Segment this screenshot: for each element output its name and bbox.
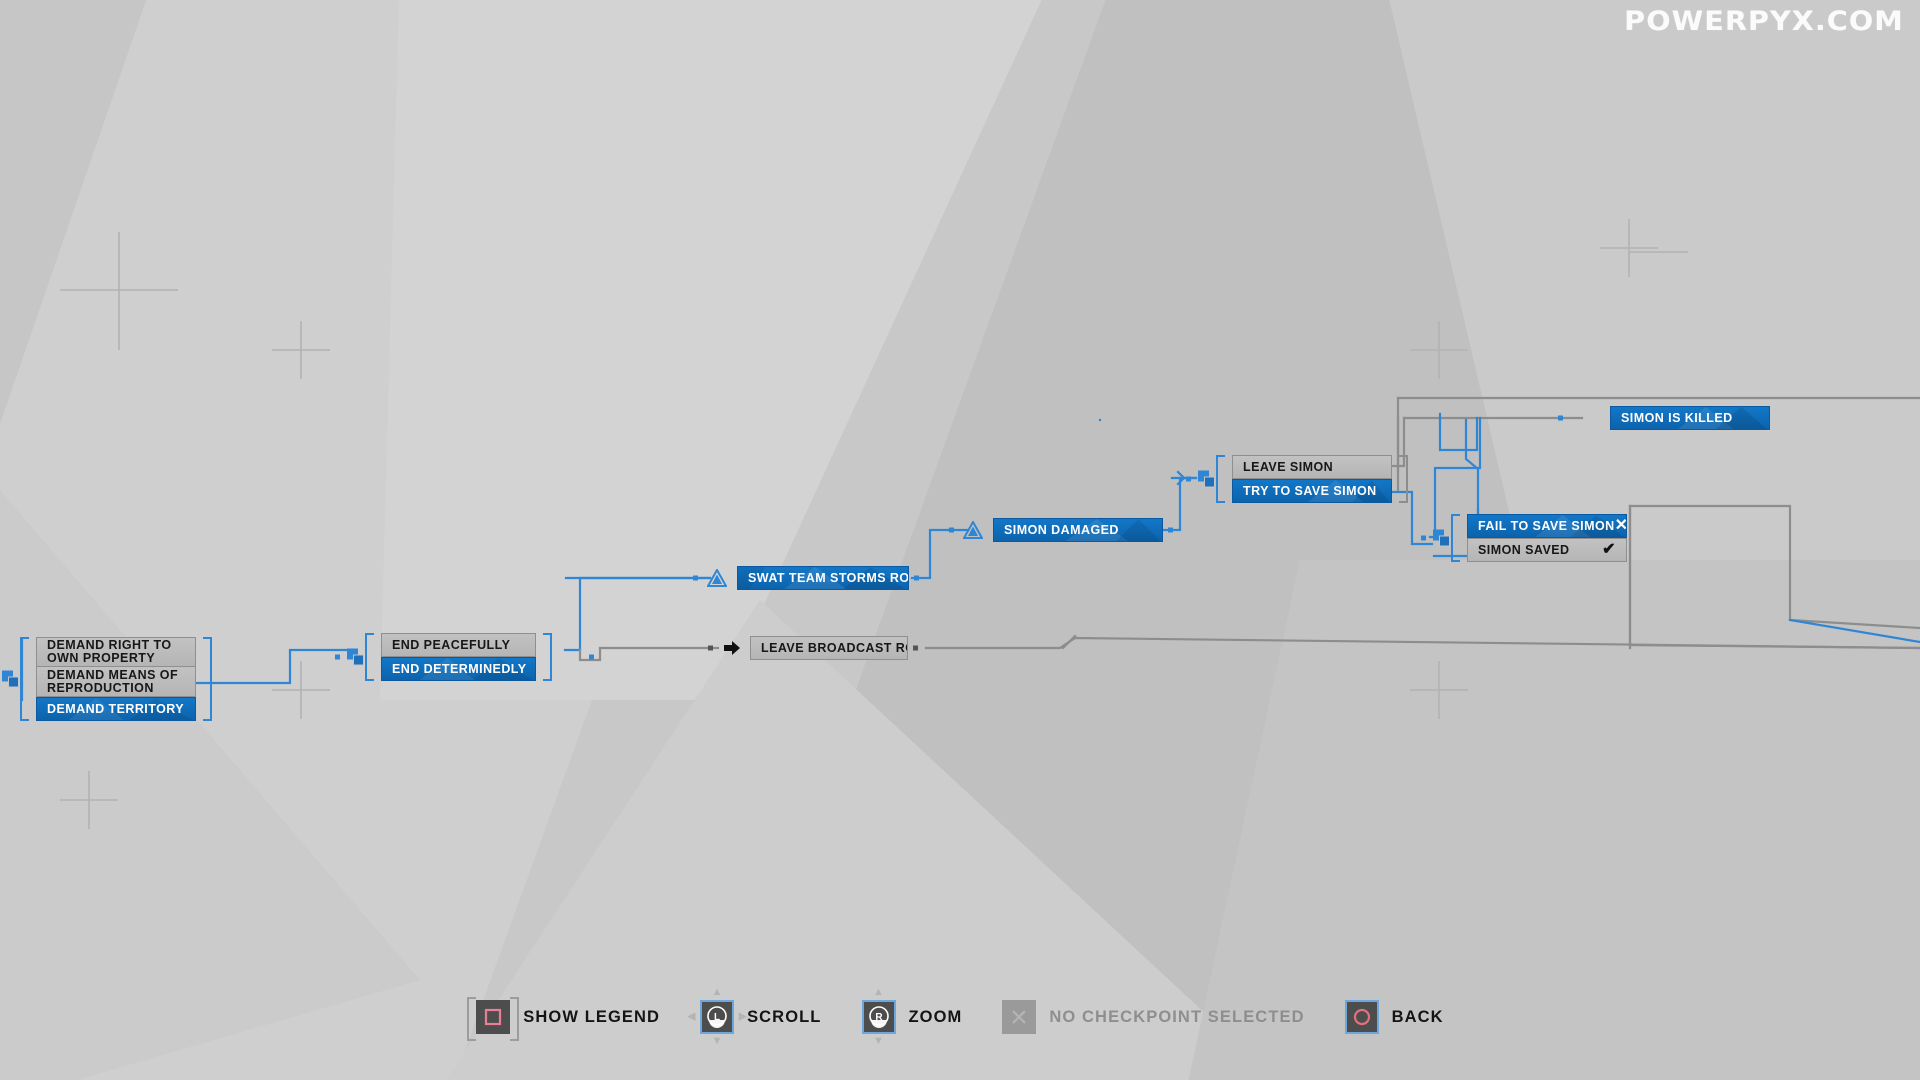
control-label: BACK bbox=[1391, 1007, 1444, 1026]
bracket-left bbox=[365, 633, 374, 681]
simon-choice-group[interactable]: LEAVE SIMON TRY TO SAVE SIMON bbox=[1186, 455, 1408, 503]
node-row-fail-save-simon[interactable]: FAIL TO SAVE SIMON ✕ bbox=[1467, 514, 1627, 538]
node-label: DEMAND MEANS OF REPRODUCTION bbox=[47, 667, 179, 695]
simon-damaged-node[interactable]: SIMON DAMAGED bbox=[949, 518, 1173, 542]
checkpoint-badge-icon bbox=[347, 648, 364, 666]
check-icon: ✔ bbox=[1602, 541, 1616, 558]
control-label: SCROLL bbox=[747, 1007, 822, 1026]
node-row-leave-simon[interactable]: LEAVE SIMON bbox=[1232, 455, 1392, 479]
output-dot bbox=[589, 654, 594, 660]
control-checkpoint: NO CHECKPOINT SELECTED bbox=[1002, 1000, 1304, 1034]
bracket-right bbox=[1399, 455, 1408, 503]
trophy-locked-icon bbox=[535, 633, 536, 657]
flow-connectors bbox=[20, 396, 1920, 702]
node-label: SIMON SAVED bbox=[1478, 543, 1570, 557]
arrow-down-icon: ▼ bbox=[873, 1035, 884, 1047]
node-row-leave-broadcast[interactable]: LEAVE BROADCAST ROOM bbox=[750, 636, 908, 660]
input-dot bbox=[1558, 415, 1563, 421]
input-dot bbox=[949, 527, 954, 533]
arrow-left-icon: ◀ bbox=[687, 1010, 696, 1023]
node-label: LEAVE BROADCAST ROOM bbox=[761, 641, 907, 655]
ending-group[interactable]: END PEACEFULLY END DETERMINEDLY bbox=[335, 633, 594, 681]
node-label: FAIL TO SAVE SIMON bbox=[1478, 519, 1615, 533]
output-dot bbox=[914, 575, 919, 581]
warning-triangle-icon bbox=[963, 520, 983, 540]
node-row-end-determinedly[interactable]: END DETERMINEDLY bbox=[381, 657, 536, 681]
trophy-unlocked-icon bbox=[535, 657, 536, 681]
input-dot bbox=[1186, 476, 1191, 482]
control-scroll[interactable]: ▲ ▼ ◀ ▶ L SCROLL bbox=[687, 987, 822, 1047]
bracket-left bbox=[20, 637, 29, 721]
cross-button-icon bbox=[1002, 1000, 1037, 1034]
input-dot bbox=[708, 645, 713, 651]
input-dot bbox=[693, 575, 698, 581]
node-row-end-peacefully[interactable]: END PEACEFULLY bbox=[381, 633, 536, 657]
node-row-simon-saved[interactable]: SIMON SAVED ✔ bbox=[1467, 538, 1627, 562]
node-label: SWAT TEAM STORMS ROOM bbox=[748, 571, 909, 585]
node-label: END DETERMINEDLY bbox=[392, 662, 527, 676]
output-dot bbox=[1168, 527, 1173, 533]
checkpoint-badge-icon bbox=[1198, 470, 1215, 488]
cross-icon: ✕ bbox=[1615, 518, 1626, 534]
node-row-simon-killed[interactable]: SIMON IS KILLED bbox=[1610, 406, 1770, 430]
control-label: SHOW LEGEND bbox=[523, 1007, 661, 1026]
node-row-demand-territory[interactable]: DEMAND TERRITORY bbox=[36, 697, 196, 721]
node-label: DEMAND TERRITORY bbox=[47, 702, 185, 716]
right-stick-button-icon[interactable]: R bbox=[861, 1000, 896, 1034]
flowchart-screen: POWERPYX.COM DEMAND RIGHT TO OWN PROPERT… bbox=[0, 0, 1920, 1080]
checkpoint-badge-icon bbox=[1433, 529, 1450, 547]
node-row-demand-reproduction[interactable]: DEMAND MEANS OF REPRODUCTION bbox=[36, 667, 196, 697]
control-bar: SHOW LEGEND ▲ ▼ ◀ ▶ L SCROLL ▲ ▼ R ZOOM … bbox=[0, 987, 1920, 1047]
node-label: END PEACEFULLY bbox=[392, 638, 511, 652]
swat-node[interactable]: SWAT TEAM STORMS ROOM bbox=[693, 566, 919, 590]
simon-killed-node[interactable]: SIMON IS KILLED bbox=[1558, 406, 1770, 430]
bracket-right bbox=[543, 633, 552, 681]
simon-outcome-group[interactable]: FAIL TO SAVE SIMON ✕ SIMON SAVED ✔ bbox=[1421, 514, 1627, 562]
node-row-demand-property[interactable]: DEMAND RIGHT TO OWN PROPERTY bbox=[36, 637, 196, 667]
square-button-icon[interactable] bbox=[467, 997, 520, 1041]
trophy-unlocked-icon bbox=[1610, 406, 1611, 430]
arrow-up-icon: ▲ bbox=[873, 986, 884, 998]
output-dot bbox=[913, 645, 918, 651]
arrow-right-icon bbox=[722, 638, 742, 658]
node-label: DEMAND RIGHT TO OWN PROPERTY bbox=[47, 638, 172, 665]
bracket-left bbox=[1451, 514, 1460, 562]
stick-glyph: R bbox=[875, 1012, 883, 1023]
demands-group[interactable]: DEMAND RIGHT TO OWN PROPERTY DEMAND MEAN… bbox=[2, 637, 212, 721]
node-label: LEAVE SIMON bbox=[1243, 460, 1334, 474]
left-stick-button-icon[interactable]: L bbox=[700, 1000, 735, 1034]
bracket-left bbox=[1216, 455, 1225, 503]
arrow-right-icon: ▶ bbox=[738, 1010, 748, 1023]
control-label: ZOOM bbox=[908, 1007, 963, 1026]
control-show-legend[interactable]: SHOW LEGEND bbox=[467, 997, 661, 1041]
arrow-up-icon: ▲ bbox=[711, 986, 723, 998]
node-row-try-save-simon[interactable]: TRY TO SAVE SIMON bbox=[1232, 479, 1392, 503]
checkpoint-badge-icon bbox=[2, 670, 19, 688]
node-label: TRY TO SAVE SIMON bbox=[1243, 484, 1377, 498]
input-dot bbox=[335, 654, 340, 660]
input-dot bbox=[1421, 535, 1426, 541]
bracket-right bbox=[203, 637, 212, 721]
control-zoom[interactable]: ▲ ▼ R ZOOM bbox=[861, 987, 963, 1047]
control-back[interactable]: BACK bbox=[1344, 1000, 1444, 1034]
arrow-down-icon: ▼ bbox=[711, 1035, 723, 1047]
control-label: NO CHECKPOINT SELECTED bbox=[1049, 1007, 1305, 1026]
node-row-swat[interactable]: SWAT TEAM STORMS ROOM bbox=[737, 566, 909, 590]
warning-triangle-icon bbox=[707, 568, 727, 588]
stick-glyph: L bbox=[714, 1012, 720, 1023]
leave-broadcast-node[interactable]: LEAVE BROADCAST ROOM bbox=[708, 636, 918, 660]
node-row-simon-damaged[interactable]: SIMON DAMAGED bbox=[993, 518, 1163, 542]
node-label: SIMON DAMAGED bbox=[1004, 523, 1119, 537]
circle-button-icon[interactable] bbox=[1344, 1000, 1379, 1034]
node-label: SIMON IS KILLED bbox=[1621, 411, 1733, 425]
